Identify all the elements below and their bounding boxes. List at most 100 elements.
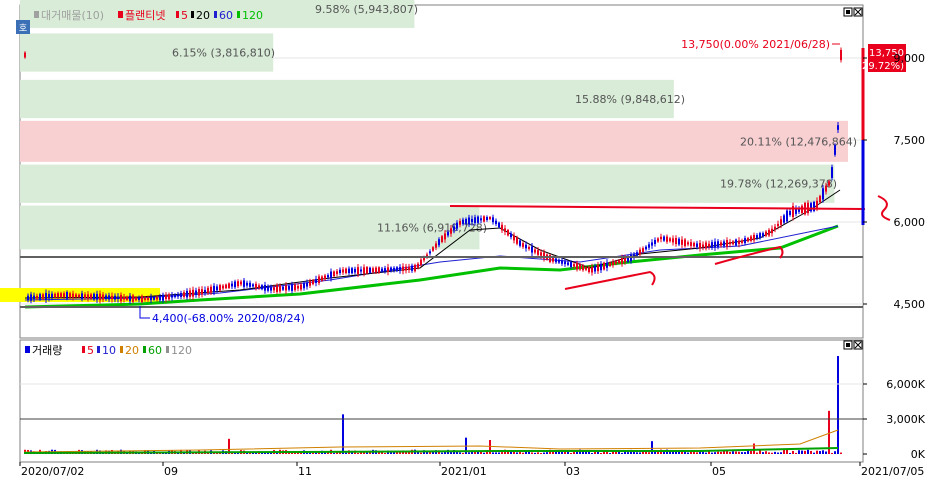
candle-body	[444, 233, 446, 240]
volume-bar	[450, 452, 452, 454]
candle-body	[39, 294, 41, 300]
candle-body	[201, 289, 203, 295]
price-tick-label: 9,000	[894, 52, 926, 65]
candle-body	[228, 283, 230, 288]
volume-bar	[813, 452, 815, 454]
volume-bar	[603, 451, 605, 454]
candle-body	[282, 286, 284, 290]
volume-bar	[711, 452, 713, 454]
price-panel-close-button[interactable]	[853, 7, 863, 17]
volume-bar	[669, 451, 671, 454]
candle-body	[744, 238, 746, 244]
volume-bar	[459, 452, 461, 454]
candle-body	[399, 267, 401, 271]
candle-body	[768, 229, 770, 236]
volume-panel-close-button[interactable]	[853, 340, 863, 350]
candle-body	[57, 293, 59, 298]
volume-bar	[807, 449, 809, 454]
candle-body	[591, 266, 593, 273]
candle-body	[72, 293, 74, 298]
legend-marker-profile	[34, 11, 39, 18]
candle-body	[597, 264, 599, 272]
candle-body	[30, 294, 32, 301]
candle-body	[135, 297, 137, 301]
candle-body	[477, 216, 479, 223]
hand-drawn-squiggle	[877, 195, 891, 221]
volume-bar	[393, 452, 395, 454]
candle-body	[588, 266, 590, 273]
candle-body	[78, 294, 80, 298]
candle-body	[573, 264, 575, 267]
profile-label: 11.16% (6,919,728)	[377, 221, 487, 234]
candle-body	[558, 259, 560, 263]
candle-body	[93, 293, 95, 300]
volume-bar	[606, 451, 608, 454]
volume-panel-restore-button[interactable]	[843, 340, 853, 350]
price-panel-restore-button[interactable]	[843, 7, 853, 17]
volume-bar	[636, 452, 638, 454]
candle-body	[207, 287, 209, 294]
volume-bar	[546, 452, 548, 454]
volume-bar	[729, 452, 731, 454]
candle-body	[783, 215, 785, 223]
legend-ma20: 20	[196, 9, 210, 22]
candle-body	[156, 296, 158, 300]
stock-chart-canvas[interactable]: 14.33% (8,888,958)2.99% (1,852,901)9.58%…	[0, 0, 929, 479]
volume-bar	[537, 452, 539, 454]
candle-body	[666, 236, 668, 242]
candle-body	[621, 257, 623, 264]
candle-body	[189, 290, 191, 297]
candle-body	[384, 268, 386, 272]
candle-body	[447, 231, 449, 236]
candle-body	[486, 217, 488, 220]
volume-bar	[492, 452, 494, 454]
volume-bar	[648, 452, 650, 454]
candle-body	[501, 224, 503, 231]
candle-body	[171, 295, 173, 298]
candle-body	[516, 237, 518, 244]
candle-body	[60, 293, 62, 297]
candle-body	[810, 203, 812, 212]
candle-body	[411, 265, 413, 271]
candle-body	[357, 267, 359, 274]
candle-body	[567, 262, 569, 265]
candle-body	[255, 283, 257, 289]
candle-body	[288, 285, 290, 290]
candle-body	[258, 285, 260, 288]
chart-window: 14.33% (8,888,958)2.99% (1,852,901)9.58%…	[0, 0, 929, 479]
candle-body	[306, 282, 308, 287]
candle-body	[705, 242, 707, 249]
volume-bar	[543, 452, 545, 454]
volume-bar	[483, 452, 485, 454]
candle-body	[675, 238, 677, 244]
volume-bar	[816, 450, 818, 454]
volume-bar	[744, 452, 746, 454]
candle-body	[24, 52, 26, 58]
candle-body	[162, 294, 164, 301]
x-tick-label: 2020/07/02	[21, 465, 84, 478]
volume-bar	[720, 451, 722, 454]
price-tick-label: 7,500	[894, 134, 926, 147]
volume-bar	[705, 452, 707, 454]
side-toggle-label: 호	[19, 23, 27, 34]
candle-body	[96, 293, 98, 300]
candle-body	[81, 293, 83, 299]
candle-body	[762, 233, 764, 237]
candle-body	[696, 243, 698, 247]
candle-body	[168, 294, 170, 300]
candle-body	[54, 293, 56, 298]
candle-body	[108, 295, 110, 300]
legend-marker-ma120	[237, 11, 240, 18]
candle-body	[378, 267, 380, 273]
low-annotation: 4,400(-68.00% 2020/08/24)	[152, 312, 305, 325]
volume-bar	[357, 453, 359, 454]
candle-body	[348, 268, 350, 274]
candle-body	[510, 233, 512, 238]
legend-marker-vma120	[166, 346, 169, 353]
candle-body	[213, 285, 215, 293]
candle-body	[684, 239, 686, 247]
profile-bar	[20, 120, 848, 162]
candle-body	[774, 226, 776, 230]
candle-body	[552, 257, 554, 262]
candle-body	[708, 243, 710, 247]
